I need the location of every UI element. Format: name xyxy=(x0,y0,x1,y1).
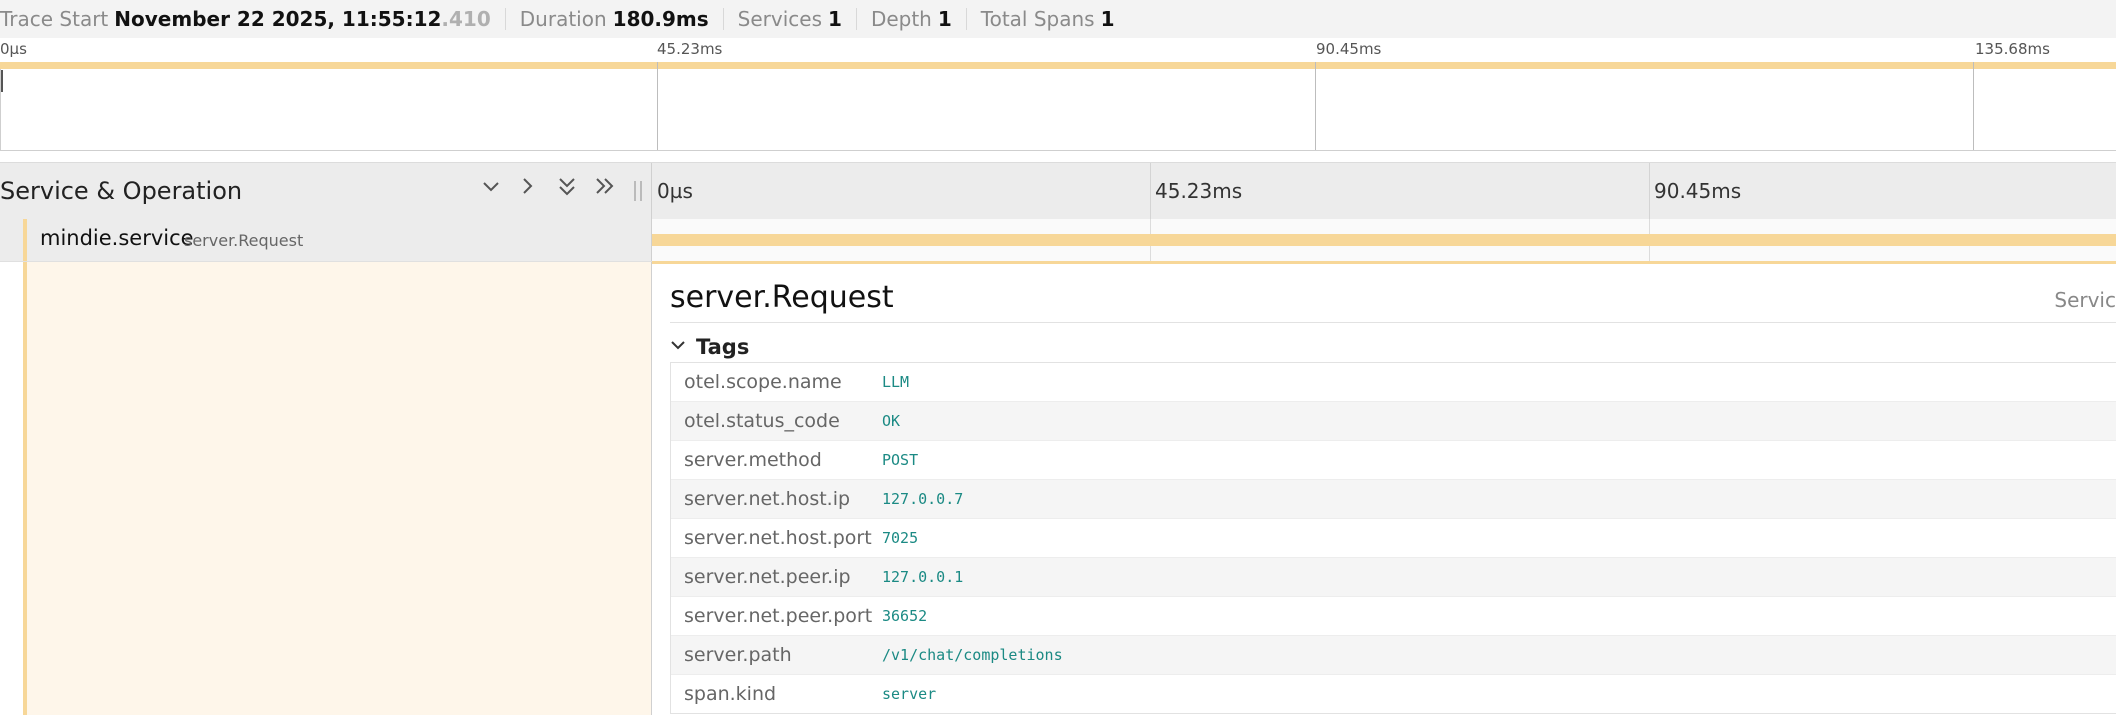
tag-row: server.net.peer.ip 127.0.0.1 xyxy=(671,558,2116,597)
service-operation-title: Service & Operation xyxy=(0,177,243,205)
tag-value[interactable]: POST xyxy=(882,451,918,469)
detail-left-background xyxy=(27,262,651,715)
tag-key: otel.scope.name xyxy=(684,371,842,393)
tag-key: server.net.host.ip xyxy=(684,488,851,510)
tag-key: otel.status_code xyxy=(684,410,840,432)
tag-value[interactable]: 127.0.0.1 xyxy=(882,568,963,586)
tag-value[interactable]: LLM xyxy=(882,373,909,391)
detail-left-gutter xyxy=(0,262,651,715)
timeline-tick-label: 0µs xyxy=(657,179,693,203)
trace-duration: Duration 180.9ms xyxy=(506,7,724,31)
trace-start-value: November 22 2025, 11:55:12 xyxy=(114,7,442,31)
minimap-tick-label: 45.23ms xyxy=(657,40,723,58)
trace-total-spans: Total Spans 1 xyxy=(967,7,1129,31)
detail-divider xyxy=(670,322,2116,323)
span-color-indicator xyxy=(23,262,27,715)
tag-value[interactable]: OK xyxy=(882,412,900,430)
trace-start-ms: .410 xyxy=(441,7,491,31)
tag-row: server.method POST xyxy=(671,441,2116,480)
minimap-gridline xyxy=(1973,62,1974,150)
tag-key: span.kind xyxy=(684,683,777,705)
minimap-gridline xyxy=(1315,62,1316,150)
services-value: 1 xyxy=(828,7,842,31)
span-detail-title: server.Request xyxy=(670,280,894,315)
total-spans-label: Total Spans xyxy=(980,7,1095,31)
tag-key: server.method xyxy=(684,449,822,471)
timeline-tick-label: 90.45ms xyxy=(1654,179,1742,203)
minimap-frame xyxy=(0,62,2116,150)
tag-row: server.net.peer.port 36652 xyxy=(671,597,2116,636)
span-row[interactable]: mindie.service server.Request xyxy=(0,219,2116,262)
tag-row: server.net.host.port 7025 xyxy=(671,519,2116,558)
minimap-cursor[interactable] xyxy=(1,70,3,92)
column-divider xyxy=(651,163,652,219)
minimap-span-bar xyxy=(0,62,2116,69)
span-timeline-cell[interactable] xyxy=(652,219,2116,261)
tag-row: span.kind server xyxy=(671,675,2116,713)
services-label: Services xyxy=(737,7,823,31)
double-chevron-right-icon[interactable] xyxy=(592,176,618,204)
minimap-tick-label: 0µs xyxy=(0,40,27,58)
span-detail-panel: server.Request Servic Tags otel.scope.na… xyxy=(652,264,2116,715)
total-spans-value: 1 xyxy=(1100,7,1115,31)
tags-label: Tags xyxy=(696,335,750,359)
tag-key: server.net.peer.port xyxy=(684,605,873,627)
tag-row: server.path /v1/chat/completions xyxy=(671,636,2116,675)
trace-depth: Depth 1 xyxy=(857,7,967,31)
double-chevron-down-icon[interactable] xyxy=(554,176,580,204)
tag-value[interactable]: 7025 xyxy=(882,529,918,547)
tag-value[interactable]: 36652 xyxy=(882,607,927,625)
tags-table: otel.scope.name LLM otel.status_code OK … xyxy=(670,362,2116,714)
duration-value: 180.9ms xyxy=(612,7,709,31)
tag-key: server.path xyxy=(684,644,792,666)
tag-value[interactable]: /v1/chat/completions xyxy=(882,646,1063,664)
timeline-gridline xyxy=(1150,163,1151,219)
trace-meta-bar: Trace Start November 22 2025, 11:55:12.4… xyxy=(0,0,2116,39)
span-duration-bar[interactable] xyxy=(652,234,2116,246)
tag-value[interactable]: server xyxy=(882,685,936,703)
timeline-tick-label: 45.23ms xyxy=(1155,179,1243,203)
tag-row: otel.status_code OK xyxy=(671,402,2116,441)
tag-value[interactable]: 127.0.0.7 xyxy=(882,490,963,508)
minimap-gridline xyxy=(657,62,658,150)
minimap-tick-label: 90.45ms xyxy=(1316,40,1382,58)
trace-services: Services 1 xyxy=(724,7,857,31)
column-resize-handle[interactable] xyxy=(634,181,642,201)
chevron-down-icon xyxy=(670,337,696,357)
chevron-down-icon[interactable] xyxy=(478,176,504,204)
tag-row: otel.scope.name LLM xyxy=(671,363,2116,402)
depth-value: 1 xyxy=(937,7,952,31)
chevron-right-icon[interactable] xyxy=(514,176,540,204)
span-service-name[interactable]: mindie.service xyxy=(40,226,194,250)
tags-toggle[interactable]: Tags xyxy=(670,332,749,362)
trace-start: Trace Start November 22 2025, 11:55:12.4… xyxy=(0,7,506,31)
span-detail-service-label: Servic xyxy=(2054,288,2116,312)
span-color-indicator xyxy=(23,219,27,261)
span-operation-name: server.Request xyxy=(184,231,304,250)
minimap-tick-label: 135.68ms xyxy=(1975,40,2050,58)
trace-minimap[interactable]: 0µs 45.23ms 90.45ms 135.68ms xyxy=(0,38,2116,151)
trace-start-label: Trace Start xyxy=(0,7,109,31)
timeline-gridline xyxy=(1649,163,1650,219)
duration-label: Duration xyxy=(519,7,607,31)
timeline-header: Service & Operation 0µs 45.23ms 90.45ms xyxy=(0,162,2116,220)
depth-label: Depth xyxy=(870,7,932,31)
tag-key: server.net.peer.ip xyxy=(684,566,851,588)
tag-key: server.net.host.port xyxy=(684,527,872,549)
tag-row: server.net.host.ip 127.0.0.7 xyxy=(671,480,2116,519)
